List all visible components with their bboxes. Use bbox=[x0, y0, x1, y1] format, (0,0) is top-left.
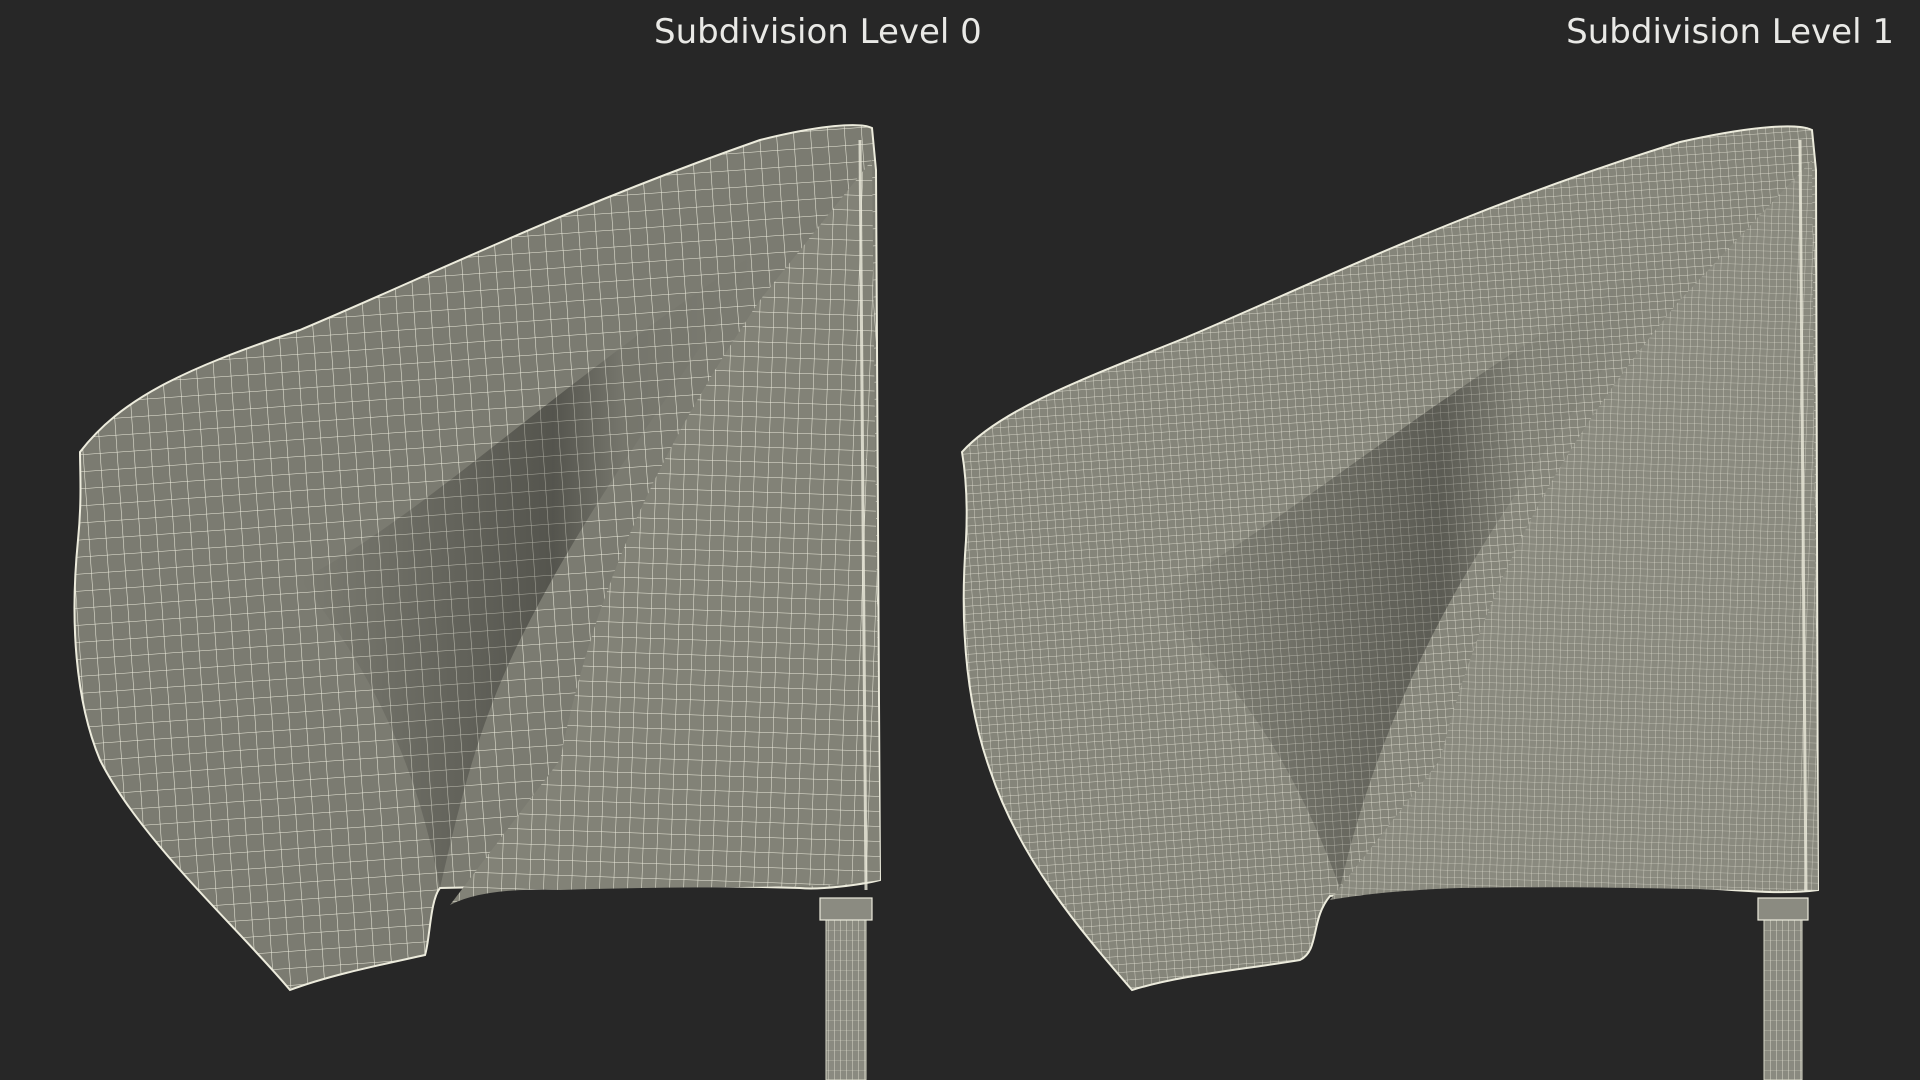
flag-pole-left bbox=[825, 914, 867, 1080]
wireframe-render bbox=[73, 124, 1820, 1080]
flag-pole-right bbox=[1763, 914, 1803, 1080]
subdivision-level-0-label: Subdivision Level 0 bbox=[654, 12, 982, 52]
render-viewport: Subdivision Level 0 Subdivision Level 1 bbox=[0, 0, 1920, 1080]
subdivision-level-1-label: Subdivision Level 1 bbox=[1566, 12, 1894, 52]
flag-level-0 bbox=[73, 124, 882, 1080]
flag-level-1 bbox=[960, 125, 1820, 1080]
